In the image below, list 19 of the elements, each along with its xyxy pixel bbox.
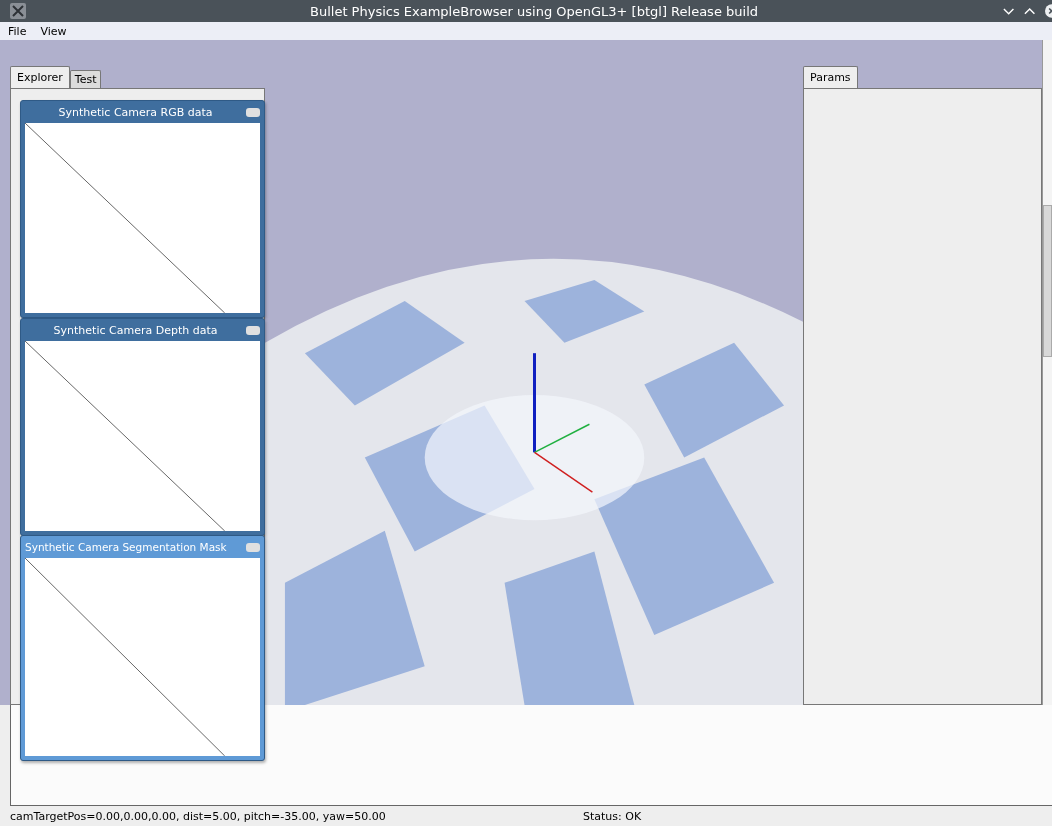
minimize-button[interactable] [246,107,260,117]
tab[interactable]: Params [803,66,858,88]
tab[interactable]: Test [69,70,102,88]
tab[interactable]: Explorer [10,66,70,88]
scrollbar-thumb[interactable] [1043,205,1052,357]
window-title: Bullet Physics ExampleBrowser using OpenGL3+ [btgl] Release build [309,3,759,19]
camera-window-title: Synthetic Camera RGB data [57,105,214,119]
menu-item[interactable]: File [8,24,27,38]
status-text: Status: OK [583,809,642,823]
camera-window-title: Synthetic Camera Depth data [52,323,219,337]
camera-window-title: Synthetic Camera Segmentation Mask [25,541,228,553]
minimize-button[interactable] [246,325,260,335]
menu-item[interactable]: View [40,24,67,38]
minimize-button[interactable] [246,542,260,552]
camera-readout: camTargetPos=0.00,0.00,0.00, dist=5.00, pitch=-35.00, yaw=50.00 [10,809,387,823]
scrollbar[interactable] [1042,40,1052,705]
app-icon [10,3,26,19]
camera-window[interactable]: Synthetic Camera RGB data [20,100,265,318]
camera-window[interactable]: Synthetic Camera Depth data [20,318,265,536]
